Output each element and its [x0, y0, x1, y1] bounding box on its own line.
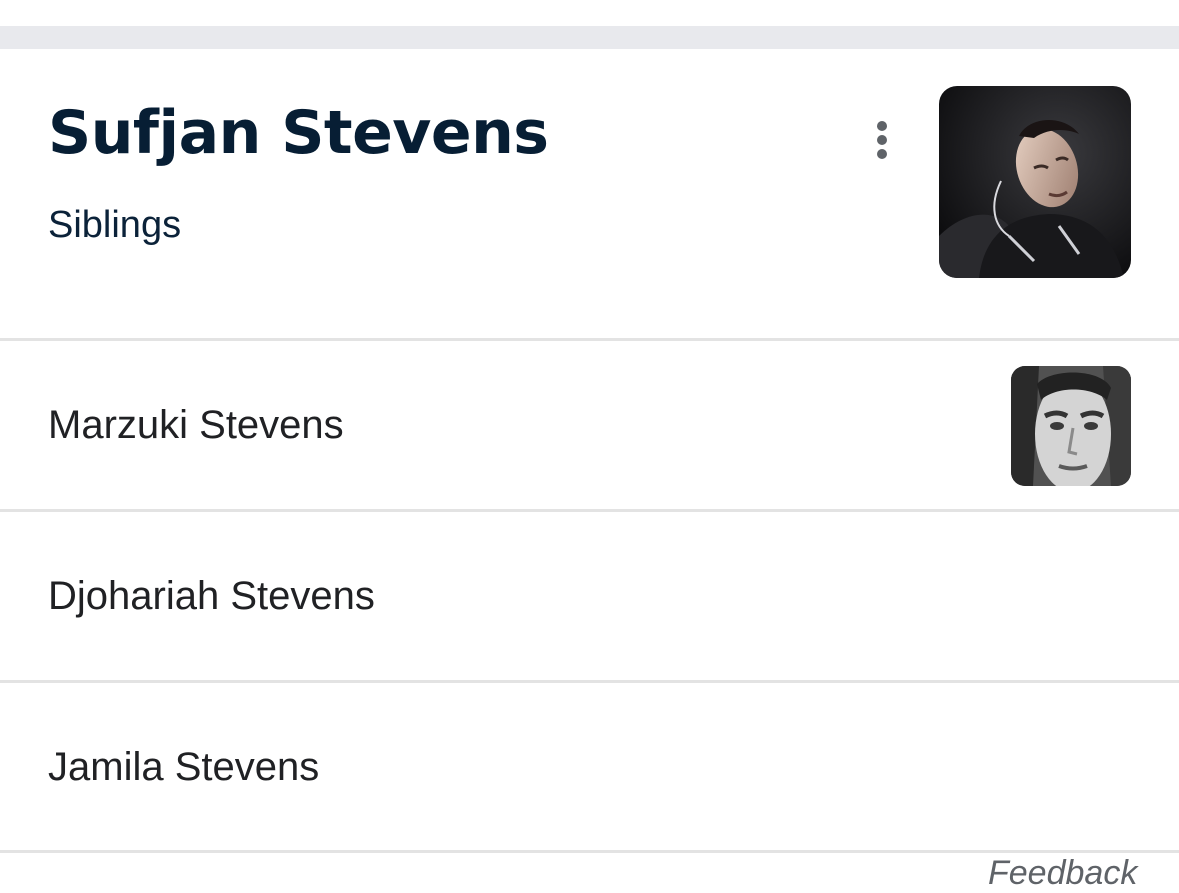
sibling-name: Jamila Stevens: [48, 745, 320, 789]
page-subtitle: Siblings: [48, 204, 182, 246]
sibling-name: Marzuki Stevens: [48, 403, 344, 447]
marzuki-stevens-photo: [1011, 366, 1131, 486]
list-item[interactable]: Jamila Stevens: [0, 683, 1179, 851]
list-item[interactable]: Marzuki Stevens: [0, 341, 1179, 509]
list-item[interactable]: Djohariah Stevens: [0, 512, 1179, 680]
more-options-button[interactable]: [858, 115, 906, 165]
page-title: Sufjan Stevens: [48, 98, 549, 168]
sufjan-stevens-photo[interactable]: [939, 86, 1131, 278]
top-spacer: [0, 0, 1179, 26]
section-separator-band: [0, 26, 1179, 49]
knowledge-card-header: Sufjan Stevens Siblings: [0, 49, 1179, 338]
feedback-link[interactable]: Feedback: [988, 853, 1137, 893]
more-vert-icon: [877, 121, 887, 159]
sibling-name: Djohariah Stevens: [48, 574, 375, 618]
